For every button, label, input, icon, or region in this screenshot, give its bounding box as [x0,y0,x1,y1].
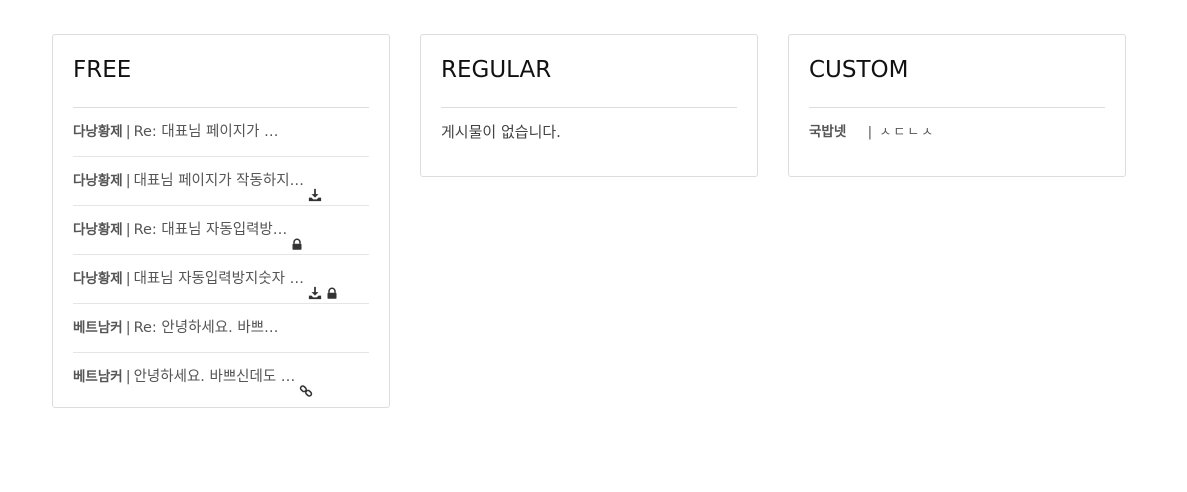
post-title-link[interactable]: Re: 안녕하세요. 바쁘… [134,320,279,336]
regular-board-title[interactable]: REGULAR [441,55,737,108]
list-item[interactable]: 베트남커 | 안녕하세요. 바쁘신데도 … [73,353,369,401]
separator: | [125,222,131,238]
post-title-link[interactable]: 안녕하세요. 바쁘신데도 … [134,369,296,385]
post-author: 다낭황제 [73,173,123,189]
custom-board-card: CUSTOM 국밥넷 | ㅅㄷㄴㅅ [788,34,1126,177]
list-item[interactable]: 다낭황제 | Re: 대표님 페이지가 … [73,108,369,157]
list-item[interactable]: 베트남커 | Re: 안녕하세요. 바쁘… [73,304,369,353]
separator: | [125,124,131,140]
custom-board-title[interactable]: CUSTOM [809,55,1105,108]
separator: | [125,173,131,189]
post-title-link[interactable]: Re: 대표님 자동입력방… [134,222,288,238]
separator: | [125,320,131,336]
download-icon [308,174,322,202]
list-item[interactable]: 국밥넷 | ㅅㄷㄴㅅ [809,108,1105,156]
free-board-title[interactable]: FREE [73,55,369,108]
post-author: 국밥넷 [809,124,847,140]
post-title[interactable]: ㅅㄷㄴㅅ [879,125,935,140]
regular-board-card: REGULAR 게시물이 없습니다. [420,34,758,177]
latest-boards: FREE 다낭황제 | Re: 대표님 페이지가 … 다낭황제 | 대표님 페이지가 작동… [52,34,1126,408]
list-item[interactable]: 다낭황제 | 대표님 페이지가 작동하지… [73,157,369,206]
post-author: 다낭황제 [73,222,123,238]
post-author: 베트남커 [73,320,123,336]
post-title-link[interactable]: 대표님 자동입력방지숫자 … [134,271,304,287]
list-item[interactable]: 다낭황제 | 대표님 자동입력방지숫자 … [73,255,369,304]
post-author: 베트남커 [73,369,123,385]
post-author: 다낭황제 [73,271,123,287]
free-board-card: FREE 다낭황제 | Re: 대표님 페이지가 … 다낭황제 | 대표님 페이지가 작동… [52,34,390,408]
separator: | [125,369,131,385]
lock-icon [326,272,340,299]
separator: | [125,271,131,287]
list-item[interactable]: 다낭황제 | Re: 대표님 자동입력방… [73,206,369,255]
post-title-link[interactable]: Re: 대표님 페이지가 … [134,124,279,140]
empty-message: 게시물이 없습니다. [441,123,561,141]
link-icon [299,370,313,397]
post-title-link[interactable]: 대표님 페이지가 작동하지… [134,173,304,189]
free-post-list: 다낭황제 | Re: 대표님 페이지가 … 다낭황제 | 대표님 페이지가 작동하지… 다낭… [73,108,369,401]
download-icon [308,272,322,300]
separator: | [867,124,873,140]
post-author: 다낭황제 [73,124,123,140]
lock-icon [291,223,305,250]
